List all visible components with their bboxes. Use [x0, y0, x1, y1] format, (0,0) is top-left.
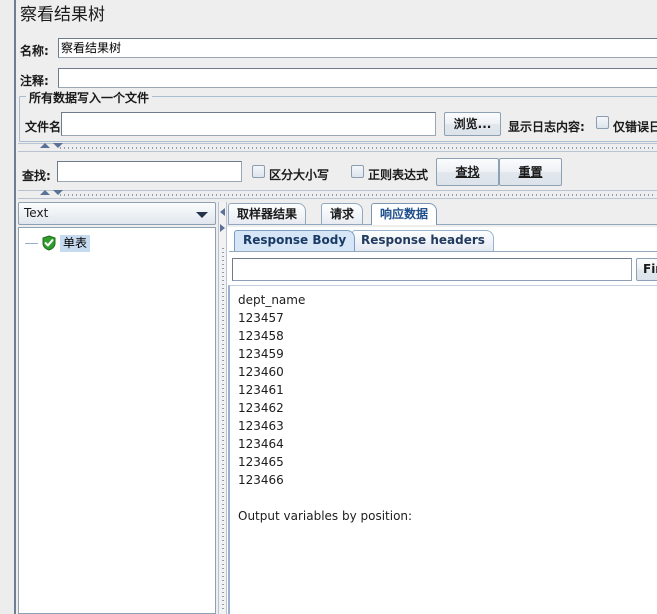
splitter-grip: [60, 147, 655, 149]
body-line: 123457: [238, 311, 284, 325]
log-display-label: 显示日志内容:: [508, 120, 585, 134]
body-line: Output variables by position:: [238, 509, 413, 523]
result-tree[interactable]: 单表: [18, 227, 216, 614]
filename-label: 文件名: [25, 120, 62, 134]
find-search-button[interactable]: 查找: [436, 158, 499, 186]
regex-label: 正则表达式: [368, 168, 429, 182]
main-tab-baseline: [228, 224, 657, 225]
reset-search-button[interactable]: 重置: [499, 158, 562, 186]
body-line: 123464: [238, 437, 284, 451]
filename-input[interactable]: [61, 112, 436, 136]
body-line: 123462: [238, 401, 284, 415]
case-sensitive-label: 区分大小写: [269, 168, 330, 182]
errors-only-label: 仅错误日: [613, 120, 657, 134]
response-find-button[interactable]: Find: [636, 258, 657, 281]
tab-response-headers[interactable]: Response headers: [352, 230, 494, 251]
case-sensitive-checkbox[interactable]: [252, 165, 265, 178]
left-gutter: [0, 0, 14, 614]
splitter-top[interactable]: [18, 143, 657, 152]
splitter-collapse-left-icon[interactable]: [220, 208, 225, 216]
renderer-combobox[interactable]: Text: [18, 202, 216, 225]
body-line: 123458: [238, 329, 284, 343]
renderer-combobox-value: Text: [24, 206, 49, 220]
file-output-group-title: 所有数据写入一个文件: [26, 89, 153, 106]
search-input[interactable]: [57, 161, 242, 182]
name-input[interactable]: 察看结果树: [58, 38, 657, 58]
body-line: 123459: [238, 347, 284, 361]
body-line: 123465: [238, 455, 284, 469]
response-body-view[interactable]: dept_name 123457 123458 123459 123460 12…: [228, 285, 657, 614]
tree-node-label: 单表: [60, 234, 91, 252]
splitter-middle-grip: [60, 194, 655, 196]
comment-label: 注释:: [20, 74, 49, 88]
panel-content: 察看结果树 名称: 察看结果树 注释: 所有数据写入一个文件 文件名 浏览...…: [16, 0, 657, 614]
splitter-collapse-up-icon[interactable]: [40, 143, 50, 148]
regex-checkbox[interactable]: [351, 165, 364, 178]
body-line: 123466: [238, 473, 284, 487]
tab-request[interactable]: 请求: [321, 203, 364, 225]
body-line: 123461: [238, 383, 284, 397]
splitter-middle-collapse-up-icon[interactable]: [40, 190, 50, 195]
splitter-vertical[interactable]: [218, 202, 227, 614]
tab-response-body[interactable]: Response Body: [234, 230, 356, 251]
green-check-shield-icon: [41, 235, 57, 251]
splitter-vertical-grip: [222, 248, 224, 612]
errors-only-checkbox[interactable]: [596, 116, 609, 129]
page-title: 察看结果树: [20, 5, 105, 25]
splitter-middle[interactable]: [18, 190, 657, 199]
chevron-down-icon: [196, 212, 208, 218]
comment-input[interactable]: [58, 68, 657, 88]
view-results-tree-panel: 察看结果树 名称: 察看结果树 注释: 所有数据写入一个文件 文件名 浏览...…: [0, 0, 657, 614]
splitter-collapse-right-icon[interactable]: [220, 224, 225, 232]
tree-node-dan-biao[interactable]: 单表: [25, 234, 91, 252]
browse-button[interactable]: 浏览...: [444, 112, 501, 136]
sub-tab-baseline: [229, 251, 657, 252]
tab-response-data[interactable]: 响应数据: [371, 203, 438, 225]
name-label: 名称:: [20, 44, 49, 58]
body-line: 123460: [238, 365, 284, 379]
response-find-input[interactable]: [232, 258, 632, 281]
tree-expand-handle-icon: [25, 242, 38, 244]
tab-sampler-result[interactable]: 取样器结果: [228, 203, 307, 225]
body-line: dept_name: [238, 293, 306, 307]
search-label: 查找:: [22, 169, 51, 183]
body-line: 123463: [238, 419, 284, 433]
